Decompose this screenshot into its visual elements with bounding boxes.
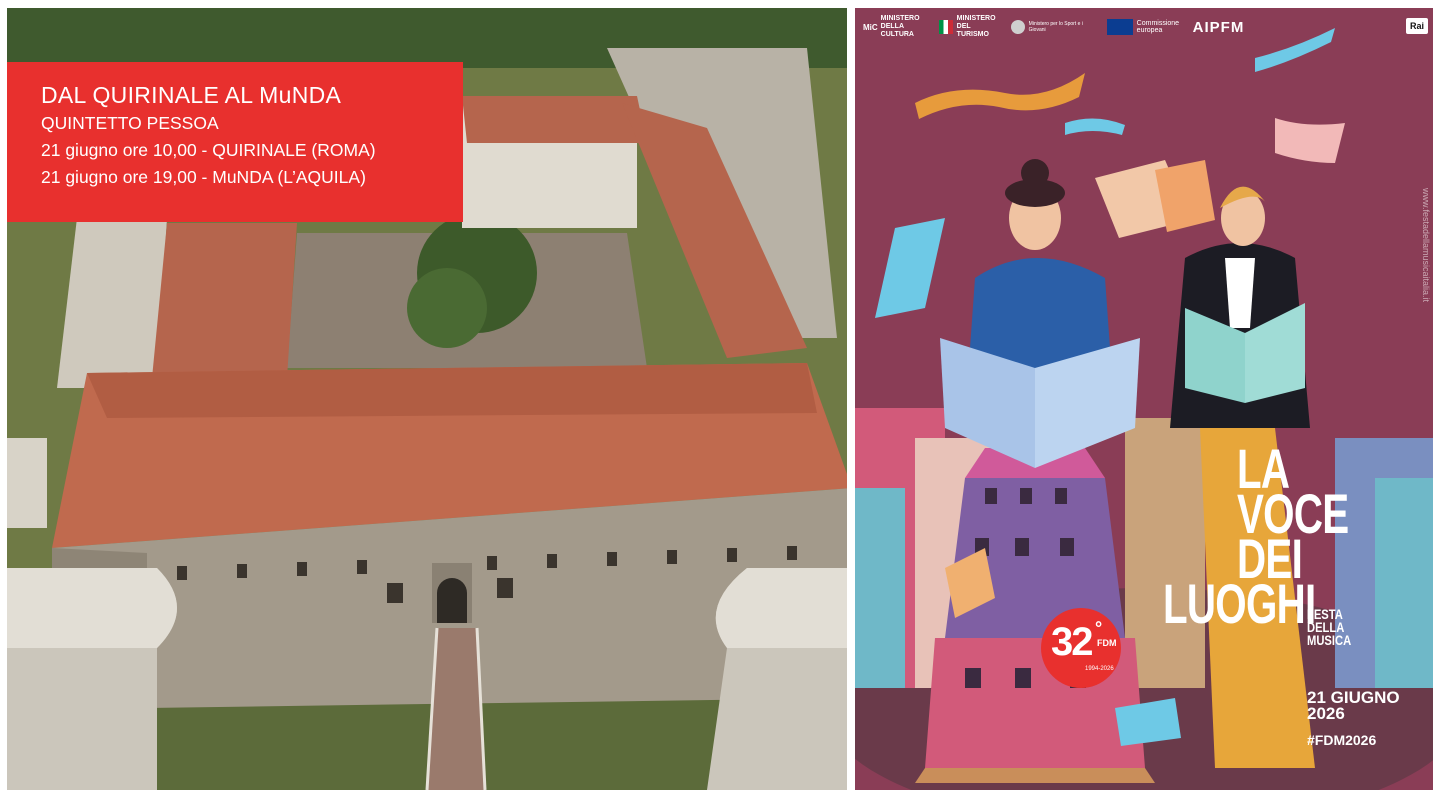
eu-flag-icon xyxy=(1106,19,1133,35)
event-time-1: 21 giugno ore 10,00 - QUIRINALE (ROMA) xyxy=(41,140,376,160)
turismo-logo: MINISTERO DEL TURISMO xyxy=(938,15,1003,39)
page: DAL QUIRINALE AL MuNDA QUINTETTO PESSOA … xyxy=(0,0,1435,796)
emblem-icon xyxy=(1010,20,1025,34)
event-date: 21 GIUGNO 2026 xyxy=(1307,688,1400,723)
poster-title: LA VOCE DEI LUOGHI xyxy=(1163,441,1433,632)
event-info-box: DAL QUIRINALE AL MuNDA QUINTETTO PESSOA … xyxy=(7,62,463,222)
mic-logo: MiC MINISTERO DELLA CULTURA xyxy=(863,15,920,38)
ue-logo: Commissione europea xyxy=(1106,19,1185,35)
anniversary-badge: 32 ° FDM 1994-2026 xyxy=(1041,608,1121,688)
website-url: www.festadellamusicaitalia.it xyxy=(1421,188,1431,303)
event-title: DAL QUIRINALE AL MuNDA xyxy=(41,82,342,108)
event-time-2: 21 giugno ore 19,00 - MuNDA (L’AQUILA) xyxy=(41,167,366,187)
event-subtitle: QUINTETTO PESSOA xyxy=(41,113,219,133)
sponsor-logos-bar: MiC MINISTERO DELLA CULTURA MINISTERO DE… xyxy=(855,8,1433,46)
aipfm-logo: AIPFM xyxy=(1192,18,1245,36)
poster-illustration xyxy=(855,8,1433,790)
festa-musica-poster: MiC MINISTERO DELLA CULTURA MINISTERO DE… xyxy=(855,8,1433,790)
title-line-4: LUOGHI xyxy=(1163,572,1316,635)
festa-della-musica: FESTA DELLA MUSICA xyxy=(1307,606,1352,648)
sport-logo: Ministero per lo Sport e i Giovani xyxy=(1010,20,1099,34)
italy-flag-icon xyxy=(938,20,953,34)
rai-logo: Rai xyxy=(1405,18,1428,34)
hashtag: #FDM2026 xyxy=(1307,732,1377,748)
